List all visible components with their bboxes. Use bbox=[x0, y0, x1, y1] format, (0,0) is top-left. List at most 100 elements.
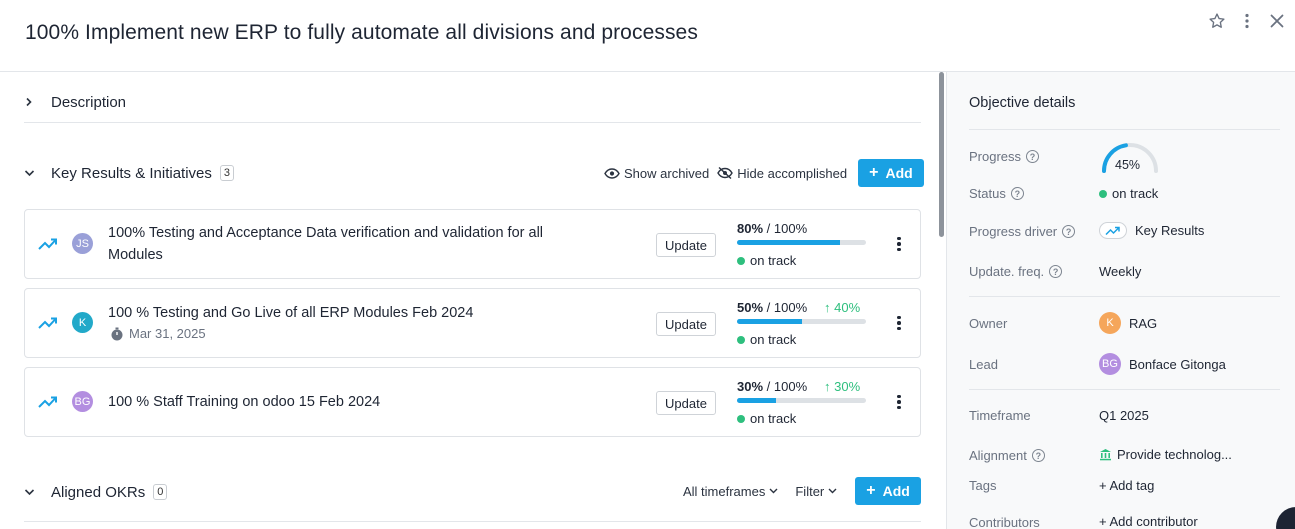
status-value-text: on track bbox=[1112, 186, 1159, 201]
chevron-down-icon bbox=[828, 488, 837, 494]
help-icon[interactable]: ? bbox=[1049, 265, 1063, 278]
chevron-down-icon[interactable] bbox=[24, 168, 44, 178]
hide-accomplished-label: Hide accomplished bbox=[737, 165, 848, 181]
key-result-card[interactable]: K 100 % Testing and Go Live of all ERP M… bbox=[24, 288, 921, 358]
main-panel: Description Key Results & Initiatives 3 … bbox=[0, 72, 946, 529]
kr-progress-delta: ↑ 30% bbox=[824, 379, 861, 394]
trending-up-icon bbox=[38, 396, 57, 408]
key-results-label: Key Results & Initiatives bbox=[51, 164, 212, 182]
lead-name: Bonface Gitonga bbox=[1129, 356, 1226, 372]
owner-name: RAG bbox=[1129, 315, 1158, 331]
progress-driver-text: Key Results bbox=[1135, 223, 1205, 238]
timeframe-label: Timeframe bbox=[969, 408, 1031, 423]
add-tag-button[interactable]: + Add tag bbox=[1099, 478, 1154, 493]
more-vertical-icon[interactable] bbox=[1237, 10, 1257, 32]
header-actions bbox=[1207, 10, 1287, 32]
divider bbox=[969, 296, 1280, 297]
kr-title[interactable]: 100 % Testing and Go Live of all ERP Mod… bbox=[108, 302, 578, 324]
kr-progress-text: 50% / 100% bbox=[737, 300, 807, 315]
kr-due-date: Mar 31, 2025 bbox=[110, 326, 206, 341]
kr-progress-target: / 100% bbox=[766, 300, 808, 315]
star-icon[interactable] bbox=[1207, 10, 1227, 32]
kr-title[interactable]: 100 % Staff Training on odoo 15 Feb 2024 bbox=[108, 391, 578, 413]
kr-progress-value: 30% bbox=[737, 379, 764, 394]
kr-progress-target: / 100% bbox=[766, 379, 808, 394]
kr-progress-value: 80% bbox=[737, 221, 764, 236]
key-result-card[interactable]: BG 100 % Staff Training on odoo 15 Feb 2… bbox=[24, 367, 921, 437]
kr-status-text: on track bbox=[750, 332, 797, 347]
more-vertical-icon[interactable] bbox=[891, 392, 907, 412]
kr-progress-value: 50% bbox=[737, 300, 764, 315]
kr-progress-target: / 100% bbox=[766, 221, 808, 236]
owner-label: Owner bbox=[969, 316, 1008, 331]
divider bbox=[24, 521, 921, 522]
kr-status: on track bbox=[737, 253, 796, 268]
update-freq-value[interactable]: Weekly bbox=[1099, 264, 1141, 279]
key-results-toolbar: Show archived Hide accomplished + Add bbox=[604, 159, 924, 187]
kr-progress-text: 80% / 100% bbox=[737, 221, 807, 236]
help-icon[interactable]: ? bbox=[1010, 187, 1024, 200]
objective-details-heading: Objective details bbox=[969, 95, 1076, 111]
description-toggle[interactable]: Description bbox=[24, 91, 921, 113]
kr-progress-fill bbox=[737, 398, 776, 403]
status-dot-icon bbox=[1099, 189, 1107, 198]
timeframes-label: All timeframes bbox=[683, 483, 766, 499]
add-key-result-button[interactable]: + Add bbox=[858, 159, 924, 187]
key-result-card[interactable]: JS 100% Testing and Acceptance Data veri… bbox=[24, 209, 921, 279]
kr-avatar: BG bbox=[72, 391, 93, 412]
status-value: on track bbox=[1099, 186, 1158, 201]
scrollbar-thumb[interactable] bbox=[939, 72, 944, 237]
more-vertical-icon[interactable] bbox=[891, 234, 907, 254]
plus-icon: + bbox=[869, 164, 879, 181]
help-icon[interactable]: ? bbox=[1031, 449, 1045, 462]
chevron-down-icon[interactable] bbox=[24, 487, 44, 497]
add-label: Add bbox=[885, 165, 913, 181]
filter-label: Filter bbox=[795, 483, 825, 499]
progress-label-text: Progress bbox=[969, 149, 1022, 164]
hide-accomplished-button[interactable]: Hide accomplished bbox=[717, 166, 847, 181]
close-icon[interactable] bbox=[1267, 10, 1287, 32]
eye-off-icon bbox=[717, 167, 734, 179]
kr-avatar: JS bbox=[72, 233, 93, 254]
header: 100% Implement new ERP to fully automate… bbox=[0, 0, 1295, 72]
trending-up-icon bbox=[1099, 222, 1127, 239]
status-dot-icon bbox=[737, 414, 745, 423]
kr-progress-delta-value: 40% bbox=[834, 300, 861, 315]
status-dot-icon bbox=[737, 256, 745, 265]
kr-title[interactable]: 100% Testing and Acceptance Data verific… bbox=[108, 222, 578, 266]
aligned-okrs-label: Aligned OKRs bbox=[51, 483, 146, 501]
lead-label: Lead bbox=[969, 357, 998, 372]
help-icon[interactable]: ? bbox=[1062, 225, 1076, 238]
kr-avatar: K bbox=[72, 312, 93, 333]
timeframe-value[interactable]: Q1 2025 bbox=[1099, 408, 1149, 423]
more-vertical-icon[interactable] bbox=[891, 313, 907, 333]
divider bbox=[969, 129, 1280, 130]
update-button[interactable]: Update bbox=[656, 233, 716, 257]
objective-details-panel: Objective details Progress ? 45% Status … bbox=[946, 72, 1295, 529]
progress-gauge: 45% bbox=[1099, 140, 1161, 174]
trending-up-icon bbox=[38, 317, 57, 329]
lead-value[interactable]: BG Bonface Gitonga bbox=[1099, 353, 1226, 375]
stopwatch-icon bbox=[111, 327, 123, 340]
update-button[interactable]: Update bbox=[656, 391, 716, 415]
scrollbar[interactable] bbox=[938, 72, 946, 529]
progress-driver-value[interactable]: Key Results bbox=[1099, 222, 1204, 239]
show-archived-button[interactable]: Show archived bbox=[604, 166, 709, 181]
status-label: Status ? bbox=[969, 186, 1024, 201]
alignment-text: Provide technolog... bbox=[1117, 447, 1232, 462]
timeframes-dropdown[interactable]: All timeframes bbox=[683, 484, 778, 499]
page-title: 100% Implement new ERP to fully automate… bbox=[25, 21, 698, 44]
owner-value[interactable]: K RAG bbox=[1099, 312, 1157, 334]
add-aligned-okr-button[interactable]: + Add bbox=[855, 477, 921, 505]
add-contributor-button[interactable]: + Add contributor bbox=[1099, 514, 1198, 529]
update-button[interactable]: Update bbox=[656, 312, 716, 336]
kr-progress-bar bbox=[737, 240, 866, 245]
kr-progress-delta: ↑ 40% bbox=[824, 300, 861, 315]
kr-progress-text: 30% / 100% bbox=[737, 379, 807, 394]
show-archived-label: Show archived bbox=[624, 165, 710, 181]
progress-driver-label: Progress driver ? bbox=[969, 224, 1076, 239]
help-icon[interactable]: ? bbox=[1026, 150, 1040, 163]
filter-dropdown[interactable]: Filter bbox=[795, 484, 837, 499]
kr-progress-delta-value: 30% bbox=[834, 379, 861, 394]
alignment-value[interactable]: Provide technolog... bbox=[1099, 447, 1232, 462]
